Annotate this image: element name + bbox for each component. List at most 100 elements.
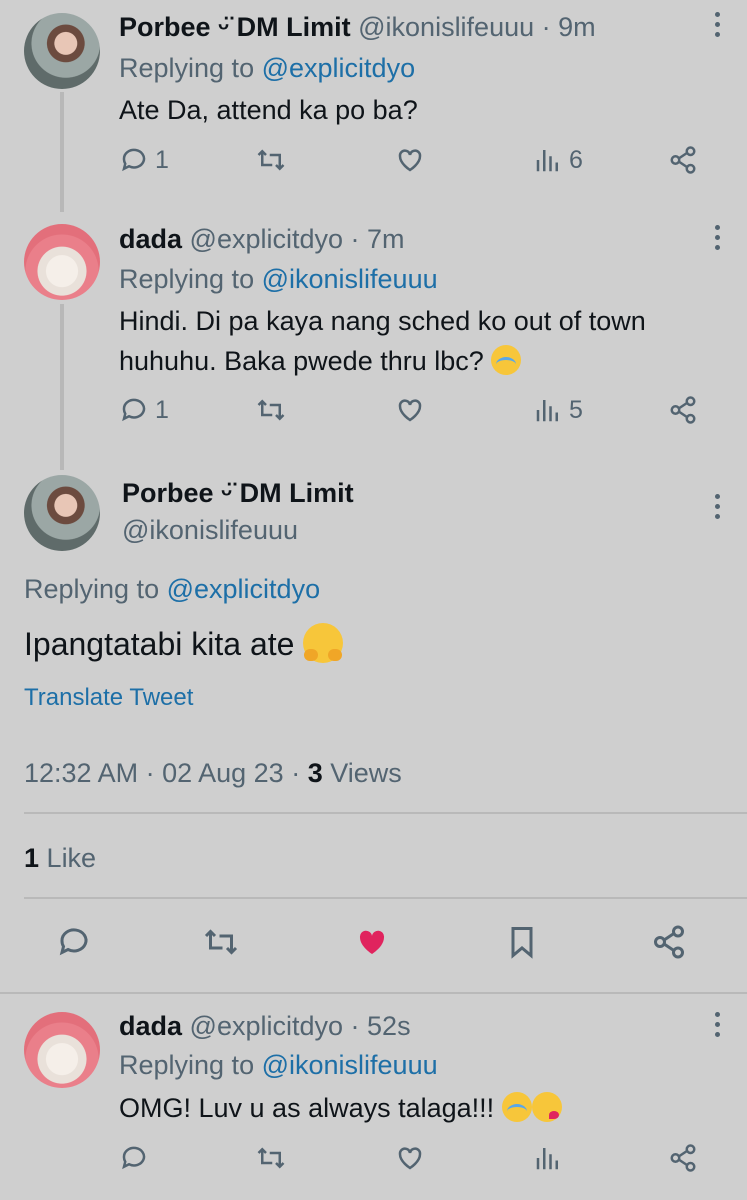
tweet-actions: 1 6 xyxy=(119,145,719,185)
like-button[interactable] xyxy=(395,1143,425,1173)
display-name[interactable]: Porbee ᵕ̈ DM Limit xyxy=(122,478,354,509)
replying-to: Replying to @ikonislifeuuu xyxy=(119,264,438,294)
reply-count: 1 xyxy=(155,395,169,424)
bookmark-icon xyxy=(511,927,533,959)
more-options-icon[interactable] xyxy=(715,12,721,42)
retweet-button[interactable] xyxy=(256,1143,286,1173)
tweet-header: dada @explicitdyo · 52s xyxy=(119,1011,411,1042)
kissing-face-emoji-icon xyxy=(531,1092,562,1122)
tweet-text: Ate Da, attend ka po ba? xyxy=(119,95,418,125)
more-options-icon[interactable] xyxy=(715,225,721,255)
more-options-icon[interactable] xyxy=(715,494,721,524)
timestamp[interactable]: · 7m xyxy=(351,224,405,254)
crying-emoji-icon xyxy=(501,1092,532,1122)
analytics-icon xyxy=(536,150,558,172)
retweet-button[interactable] xyxy=(256,145,286,175)
views-count: 5 xyxy=(569,395,583,424)
likes-count: 1 xyxy=(24,843,40,873)
reply-icon xyxy=(122,398,146,422)
display-name[interactable]: dada xyxy=(119,224,182,254)
share-icon xyxy=(670,146,696,174)
tweet-text-line: Hindi. Di pa kaya nang sched ko out of t… xyxy=(119,306,646,336)
tweet-header: dada @explicitdyo · 7m xyxy=(119,224,405,255)
replying-to-link[interactable]: @explicitdyo xyxy=(167,574,320,604)
handle[interactable]: @explicitdyo xyxy=(190,224,343,254)
tweet-text: OMG! Luv u as always talaga!!! xyxy=(119,1088,719,1128)
share-button[interactable] xyxy=(668,1143,698,1173)
share-icon xyxy=(670,396,696,424)
timestamp[interactable]: 12:32 AM · 02 Aug 23 · xyxy=(24,758,300,788)
like-button[interactable] xyxy=(395,395,425,425)
replying-to: Replying to @explicitdyo xyxy=(119,53,416,83)
heart-filled-icon xyxy=(359,930,385,954)
retweet-button[interactable] xyxy=(256,395,286,425)
retweet-icon xyxy=(257,399,285,421)
divider xyxy=(24,812,747,814)
retweet-icon xyxy=(257,149,285,171)
translate-tweet-link[interactable]: Translate Tweet xyxy=(24,684,193,712)
hugging-face-emoji-icon xyxy=(303,623,344,663)
replying-to-link[interactable]: @ikonislifeuuu xyxy=(262,1050,438,1080)
replying-to-link[interactable]: @ikonislifeuuu xyxy=(262,264,438,294)
divider xyxy=(0,992,747,994)
avatar[interactable] xyxy=(24,475,100,551)
views-button[interactable]: 6 xyxy=(533,145,583,175)
reply-icon xyxy=(122,1146,146,1170)
tweet-text-line: huhuhu. Baka pwede thru lbc? xyxy=(119,341,719,381)
heart-icon xyxy=(398,149,422,172)
share-button[interactable] xyxy=(651,924,687,960)
display-name[interactable]: Porbee ᵕ̈ DM Limit xyxy=(119,12,351,42)
avatar[interactable] xyxy=(24,1012,100,1088)
like-button[interactable] xyxy=(395,145,425,175)
tweet-text: Hindi. Di pa kaya nang sched ko out of t… xyxy=(119,301,719,381)
analytics-icon xyxy=(536,1148,558,1170)
crying-emoji-icon xyxy=(491,345,522,375)
views-count: 6 xyxy=(569,145,583,174)
divider xyxy=(24,897,747,899)
analytics-icon xyxy=(536,400,558,422)
tweet-text: Ipangtatabi kita ate xyxy=(24,622,624,666)
replying-to: Replying to @explicitdyo xyxy=(24,574,321,604)
more-options-icon[interactable] xyxy=(715,1012,721,1042)
share-icon xyxy=(654,925,684,959)
heart-icon xyxy=(398,399,422,422)
avatar[interactable] xyxy=(24,13,100,89)
views-label: Views xyxy=(330,758,402,788)
tweet-actions: 1 5 xyxy=(119,395,719,435)
reply-icon xyxy=(122,148,146,172)
share-button[interactable] xyxy=(668,145,698,175)
retweet-button[interactable] xyxy=(203,924,239,960)
avatar[interactable] xyxy=(24,224,100,300)
heart-icon xyxy=(398,1147,422,1170)
share-button[interactable] xyxy=(668,395,698,425)
tweet-header: Porbee ᵕ̈ DM Limit @ikonislifeuuu · 9m xyxy=(119,12,596,43)
thread-line xyxy=(60,304,64,470)
thread-line xyxy=(60,92,64,212)
tweet-meta: 12:32 AM · 02 Aug 23 · 3 Views xyxy=(24,758,402,789)
reply-button[interactable]: 1 xyxy=(119,395,169,425)
bookmark-button[interactable] xyxy=(504,924,540,960)
handle[interactable]: @explicitdyo xyxy=(190,1011,343,1041)
like-button[interactable] xyxy=(354,924,390,960)
tweet-actions xyxy=(119,1143,719,1183)
replying-to: Replying to @ikonislifeuuu xyxy=(119,1050,438,1080)
handle[interactable]: @ikonislifeuuu xyxy=(358,12,534,42)
reply-button[interactable]: 1 xyxy=(119,145,169,175)
replying-to-link[interactable]: @explicitdyo xyxy=(262,53,415,83)
timestamp[interactable]: · 9m xyxy=(542,12,596,42)
share-icon xyxy=(670,1144,696,1172)
retweet-icon xyxy=(204,929,238,955)
display-name[interactable]: dada xyxy=(119,1011,182,1041)
reply-button[interactable] xyxy=(119,1143,149,1173)
views-button[interactable]: 5 xyxy=(533,395,583,425)
retweet-icon xyxy=(257,1147,285,1169)
views-button[interactable] xyxy=(533,1143,563,1173)
likes-summary[interactable]: 1 Like xyxy=(24,843,96,874)
timestamp[interactable]: · 52s xyxy=(351,1011,411,1041)
views-count: 3 xyxy=(307,758,323,788)
likes-label: Like xyxy=(46,843,97,873)
reply-icon xyxy=(59,928,88,956)
reply-count: 1 xyxy=(155,145,169,174)
handle[interactable]: @ikonislifeuuu xyxy=(122,515,298,546)
reply-button[interactable] xyxy=(56,924,92,960)
